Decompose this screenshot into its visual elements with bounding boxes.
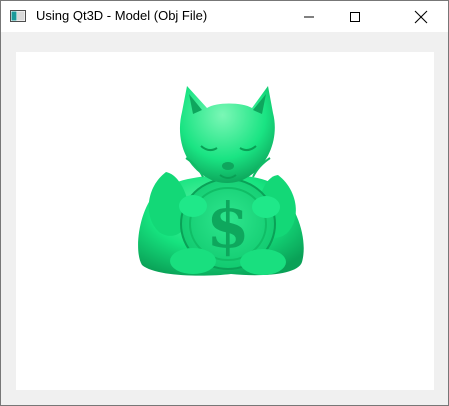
- window-title: Using Qt3D - Model (Obj File): [36, 8, 208, 23]
- title-bar[interactable]: Using Qt3D - Model (Obj File): [1, 1, 448, 32]
- svg-text:$: $: [206, 189, 249, 262]
- maximize-icon: [350, 11, 360, 22]
- maximize-button[interactable]: [332, 1, 378, 32]
- 3d-viewport[interactable]: $: [16, 52, 434, 390]
- qt-window-icon: [10, 10, 26, 22]
- green-cat-model[interactable]: $: [16, 52, 434, 390]
- close-button[interactable]: [394, 1, 448, 32]
- minimize-icon: [304, 16, 314, 17]
- app-window: Using Qt3D - Model (Obj File) $: [0, 0, 449, 406]
- close-icon: [414, 10, 428, 23]
- minimize-button[interactable]: [286, 1, 332, 32]
